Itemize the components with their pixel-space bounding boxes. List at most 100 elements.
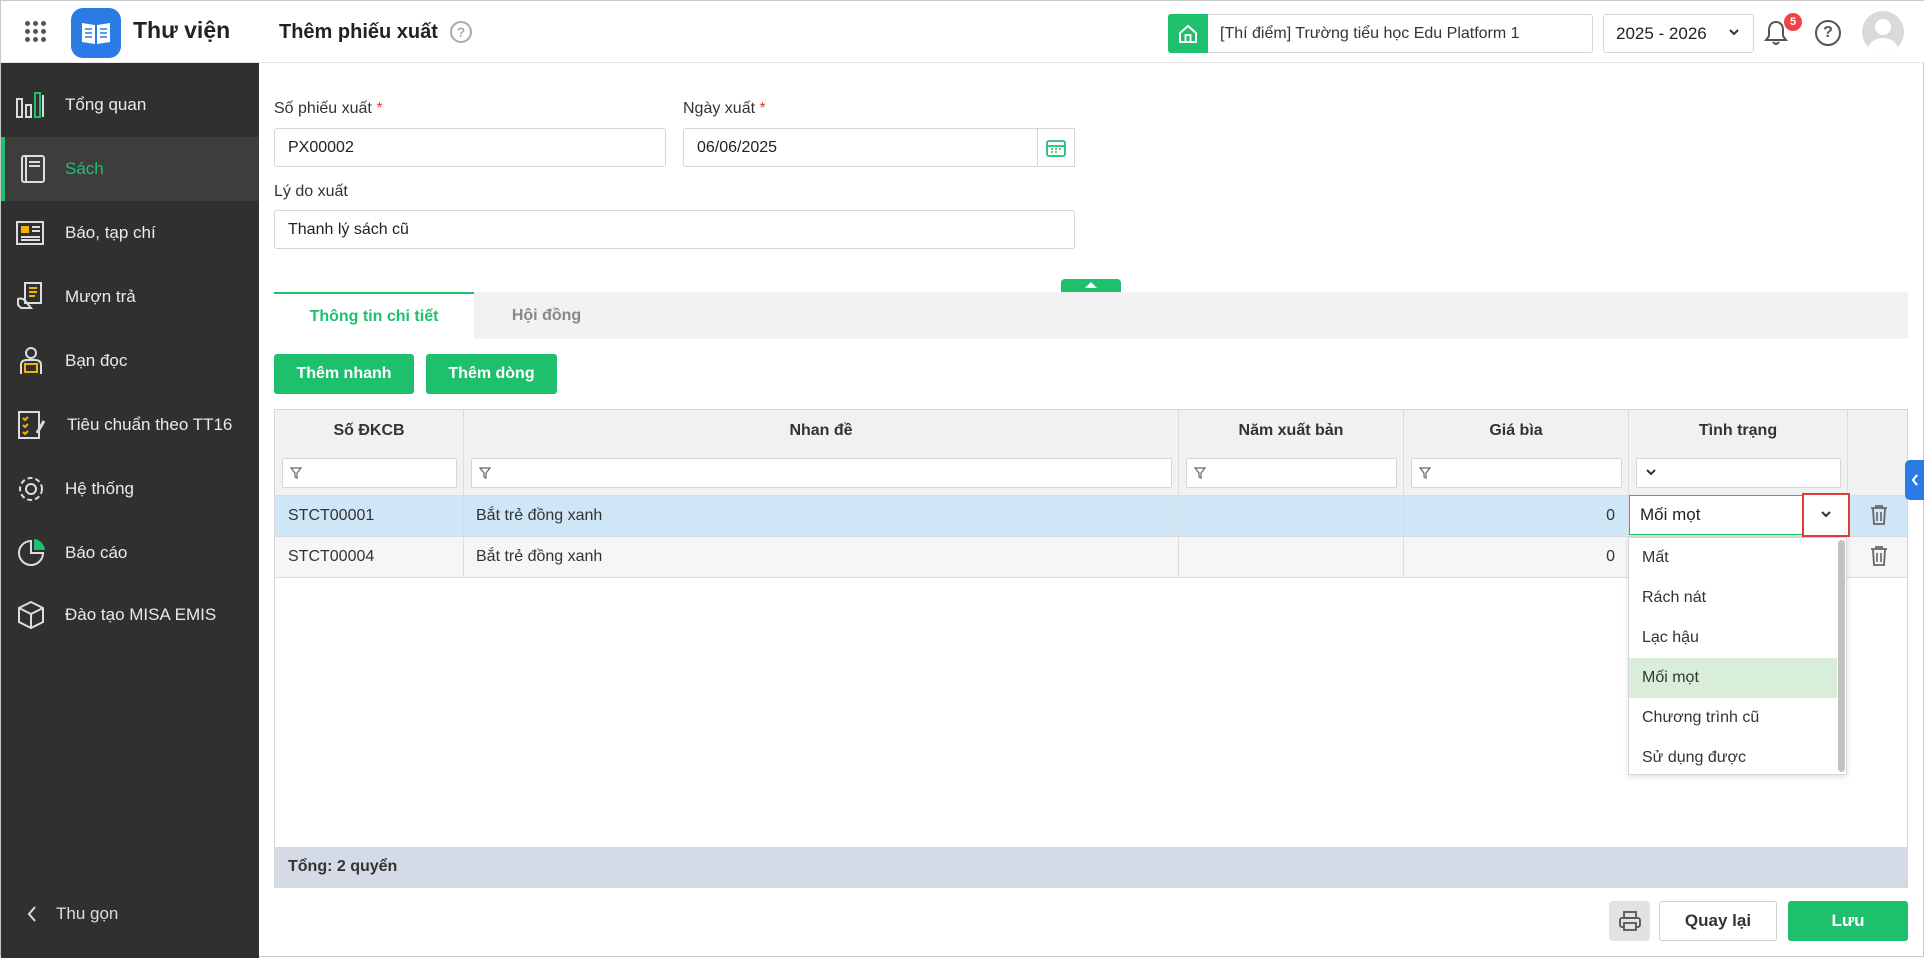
pie-chart-icon: [18, 539, 45, 566]
quick-add-button[interactable]: Thêm nhanh: [274, 354, 414, 394]
cell-title: Bắt trẻ đồng xanh: [464, 496, 1179, 536]
filter-input[interactable]: [1186, 458, 1397, 488]
table-footer-total: Tổng: 2 quyển: [275, 847, 1907, 887]
add-row-button[interactable]: Thêm dòng: [426, 354, 557, 394]
filter-icon: [1419, 467, 1431, 479]
top-bar: Thư viện Thêm phiếu xuất ? [Thí điểm] Tr…: [1, 1, 1924, 63]
filter-input[interactable]: [1411, 458, 1622, 488]
column-header: Số ĐKCB: [275, 410, 464, 496]
apps-grid-icon[interactable]: [25, 21, 47, 43]
sidebar-item-tt16-standards[interactable]: Tiêu chuẩn theo TT16: [1, 393, 259, 457]
tab-committee[interactable]: Hội đồng: [474, 292, 619, 339]
school-name: [Thí điểm] Trường tiểu học Edu Platform …: [1220, 24, 1520, 42]
sidebar-item-label: Hệ thống: [65, 479, 134, 498]
column-header: Tình trạng: [1629, 410, 1848, 496]
chart-icon: [16, 92, 44, 118]
menu-item[interactable]: Rách nát: [1629, 578, 1837, 618]
reason-field[interactable]: Thanh lý sách cũ: [274, 210, 1075, 249]
column-header: Năm xuất bản: [1179, 410, 1404, 496]
chevron-down-icon: [1821, 511, 1831, 518]
back-button[interactable]: Quay lại: [1659, 901, 1777, 941]
trash-icon[interactable]: [1869, 504, 1889, 526]
tab-details[interactable]: Thông tin chi tiết: [274, 292, 474, 339]
save-button[interactable]: Lưu: [1788, 901, 1908, 941]
avatar[interactable]: [1862, 11, 1904, 53]
collapse-sidebar-button[interactable]: Thu gọn: [1, 891, 259, 937]
sidebar-item-label: Tổng quan: [65, 95, 147, 114]
sidebar-item-training[interactable]: Đào tạo MISA EMIS: [1, 583, 259, 647]
side-panel-toggle[interactable]: [1905, 460, 1924, 500]
column-header: Giá bìa: [1404, 410, 1629, 496]
sidebar-item-borrow[interactable]: Mượn trả: [1, 265, 259, 329]
sidebar-item-label: Tiêu chuẩn theo TT16: [67, 415, 233, 434]
column-header-actions: [1848, 410, 1907, 496]
checklist-icon: [18, 411, 46, 439]
voucher-no-label: Số phiếu xuất *: [274, 100, 383, 117]
cell-year: [1179, 496, 1404, 536]
cube-icon: [18, 600, 44, 630]
school-icon: [1168, 14, 1208, 53]
filter-icon: [1194, 467, 1206, 479]
calendar-icon[interactable]: [1037, 128, 1075, 167]
menu-item[interactable]: Lạc hậu: [1629, 618, 1837, 658]
notification-badge: 5: [1784, 13, 1802, 31]
menu-item-selected[interactable]: Mối mọt: [1629, 658, 1837, 698]
sidebar-item-label: Mượn trả: [65, 287, 136, 306]
cell-year: [1179, 537, 1404, 577]
cell-title: Bắt trẻ đồng xanh: [464, 537, 1179, 577]
cell-price: 0: [1404, 496, 1629, 536]
borrow-icon: [17, 282, 42, 309]
cell-code: STCT00004: [275, 537, 464, 577]
chevron-down-icon: [1646, 469, 1656, 476]
school-year-select[interactable]: 2025 - 2026: [1603, 14, 1754, 53]
school-year-value: 2025 - 2026: [1616, 23, 1707, 43]
book-icon: [21, 155, 45, 183]
menu-item[interactable]: Sử dụng được: [1629, 738, 1837, 778]
status-dropdown-button[interactable]: [1802, 493, 1850, 537]
sidebar-item-readers[interactable]: Bạn đọc: [1, 329, 259, 393]
sidebar-item-label: Báo, tạp chí: [65, 223, 156, 242]
tab-bar: Thông tin chi tiết Hội đồng: [274, 292, 1908, 339]
sidebar-item-reports[interactable]: Báo cáo: [1, 521, 259, 585]
voucher-no-field[interactable]: PX00002: [274, 128, 666, 167]
app-title: Thư viện: [133, 17, 231, 43]
app-window: Thư viện Thêm phiếu xuất ? [Thí điểm] Tr…: [0, 0, 1924, 958]
date-label: Ngày xuất *: [683, 100, 766, 117]
filter-icon: [479, 467, 491, 479]
reader-icon: [20, 347, 42, 374]
gear-icon: [19, 477, 43, 501]
status-filter-select[interactable]: [1636, 458, 1841, 488]
page-title: Thêm phiếu xuất: [279, 21, 438, 43]
filter-icon: [290, 467, 302, 479]
sidebar-item-system[interactable]: Hệ thống: [1, 457, 259, 521]
reason-label: Lý do xuất: [274, 183, 348, 200]
column-header: Nhan đề: [464, 410, 1179, 496]
chevron-left-icon: [27, 906, 36, 922]
sidebar-item-label: Bạn đọc: [65, 351, 128, 370]
chevron-down-icon: [1729, 29, 1739, 36]
cell-price: 0: [1404, 537, 1629, 577]
date-field[interactable]: 06/06/2025: [683, 128, 1038, 167]
status-dropdown-menu: Mất Rách nát Lạc hậu Mối mọt Chương trìn…: [1628, 537, 1847, 775]
collapse-label: Thu gọn: [56, 904, 119, 923]
help-icon[interactable]: ?: [1815, 20, 1841, 46]
print-button[interactable]: [1609, 901, 1650, 941]
sidebar-item-magazines[interactable]: Báo, tạp chí: [1, 201, 259, 265]
table-header: Số ĐKCB Nhan đề Năm xuất bản Giá bìa Tìn…: [275, 410, 1907, 496]
scrollbar[interactable]: [1838, 540, 1845, 772]
sidebar-item-books[interactable]: Sách: [1, 137, 259, 201]
school-selector[interactable]: [Thí điểm] Trường tiểu học Edu Platform …: [1168, 14, 1593, 53]
newspaper-icon: [16, 221, 44, 245]
sidebar-item-overview[interactable]: Tổng quan: [1, 73, 259, 137]
sidebar-item-label: Sách: [65, 159, 104, 178]
filter-input[interactable]: [282, 458, 457, 488]
menu-item[interactable]: Mất: [1629, 538, 1837, 578]
menu-item[interactable]: Chương trình cũ: [1629, 698, 1837, 738]
page-help-icon[interactable]: ?: [450, 21, 472, 43]
collapse-form-toggle[interactable]: [1061, 279, 1121, 292]
sidebar: Tổng quan Sách Báo, tạp chí Mượn trả Bạn…: [1, 63, 259, 958]
filter-input[interactable]: [471, 458, 1172, 488]
sidebar-item-label: Đào tạo MISA EMIS: [65, 605, 217, 624]
trash-icon[interactable]: [1869, 545, 1889, 567]
sidebar-item-label: Báo cáo: [65, 543, 128, 562]
